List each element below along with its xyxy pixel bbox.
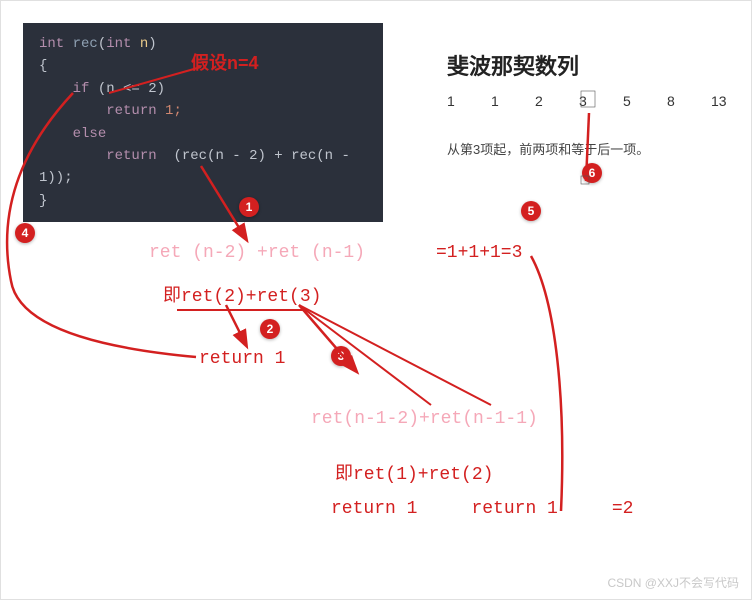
return-b: return 1 — [471, 499, 557, 519]
fibonacci-sequence: 1 1 2 3 5 8 13 — [447, 93, 729, 109]
step-badge-3: 3 — [331, 346, 351, 366]
description-text: 从第3项起，前两项和等于后一项。 — [447, 139, 649, 158]
param-n: n — [140, 36, 148, 52]
return-row: return 1 return 1 =2 — [331, 499, 633, 519]
expansion-2: 即ret(2)+ret(3) — [163, 281, 321, 307]
code-line-3: if (n <= 2) — [39, 78, 367, 100]
kw-int2: int — [106, 36, 131, 52]
code-line-4: return 1; — [39, 100, 367, 122]
fib-3: 2 — [535, 93, 553, 109]
fib-6: 8 — [667, 93, 685, 109]
fn-name: rec — [73, 36, 98, 52]
page-title: 斐波那契数列 — [447, 49, 579, 81]
expansion-1-result: =1+1+1=3 — [436, 243, 522, 263]
step-badge-2: 2 — [260, 319, 280, 339]
step-badge-4: 4 — [15, 223, 35, 243]
code-line-6: return (rec(n - 2) + rec(n - 1)); — [39, 145, 367, 190]
fib-7: 13 — [711, 93, 729, 109]
fib-5: 5 — [623, 93, 641, 109]
code-line-5: else — [39, 123, 367, 145]
step-badge-5: 5 — [521, 201, 541, 221]
step-badge-6: 6 — [582, 163, 602, 183]
expansion-3: ret(n-1-2)+ret(n-1-1) — [311, 409, 538, 429]
fib-1: 1 — [447, 93, 465, 109]
expansion-1: ret (n-2) +ret (n-1) — [149, 243, 365, 263]
fib-2: 1 — [491, 93, 509, 109]
step-badge-1: 1 — [239, 197, 259, 217]
fib-4: 3 — [579, 93, 597, 109]
expansion-4: 即ret(1)+ret(2) — [335, 459, 493, 485]
code-line-7: } — [39, 190, 367, 212]
assumption-label: 假设n=4 — [191, 49, 259, 75]
kw-int: int — [39, 36, 64, 52]
return-1-label: return 1 — [199, 349, 285, 369]
return-eq: =2 — [612, 499, 634, 519]
watermark: CSDN @XXJ不会写代码 — [607, 574, 739, 591]
return-a: return 1 — [331, 499, 417, 519]
underline-divider — [177, 309, 307, 311]
